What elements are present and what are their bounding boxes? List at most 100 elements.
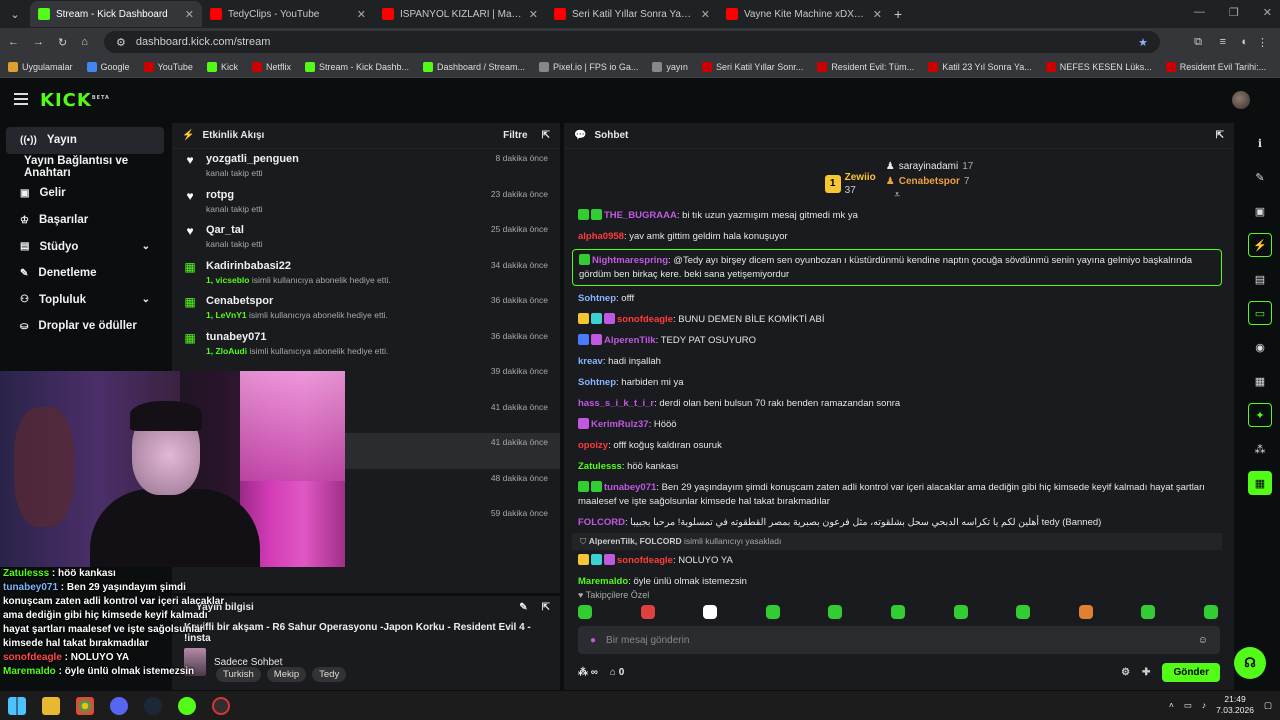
chat-input[interactable]: ● Bir mesaj gönderin ☺ — [578, 626, 1220, 654]
maximize-icon[interactable]: ❐ — [1229, 6, 1239, 19]
emote-icon[interactable] — [765, 605, 780, 619]
broadcast-rail-icon[interactable]: ◉ — [1248, 335, 1272, 359]
mic-icon[interactable]: ● — [590, 635, 596, 646]
bookmark-item[interactable]: Pixel.io | FPS io Ga... — [539, 61, 638, 72]
discord-icon[interactable] — [110, 696, 128, 715]
menu-hamburger-icon[interactable] — [14, 93, 28, 108]
tag-chip[interactable]: Mekip — [266, 667, 307, 682]
wrench-rail-icon[interactable]: ✦ — [1248, 403, 1272, 427]
bookmark-item[interactable]: Stream - Kick Dashb... — [304, 61, 409, 72]
chat-username[interactable]: sonofdeagle — [617, 555, 673, 566]
leader-2[interactable]: ♟ sarayinadami 17 — [886, 159, 974, 174]
chat-username[interactable]: THE_BUGRAAA — [604, 210, 677, 221]
chat-username[interactable]: hass_s_i_k_t_i_r — [578, 398, 654, 409]
bookmark-item[interactable]: Resident Evil: Tüm... — [817, 61, 914, 72]
emote-icon[interactable] — [1203, 605, 1218, 619]
bookmark-item[interactable]: YouTube — [143, 61, 193, 72]
tag-chip[interactable]: Tedy — [312, 667, 347, 682]
chat-username[interactable]: Maremaldo — [578, 576, 628, 587]
leader-3[interactable]: ♟ Cenabetspor 7 — [886, 174, 974, 189]
emote-icon[interactable] — [1016, 605, 1031, 619]
lightning-icon[interactable]: ⚡ — [1248, 233, 1272, 257]
chat-username[interactable]: KerimRulz37 — [591, 419, 649, 430]
bookmark-item[interactable]: Google — [86, 61, 130, 72]
emote-icon[interactable] — [703, 605, 718, 619]
chat-username[interactable]: alpha0958 — [578, 231, 624, 242]
reload-icon[interactable]: ↻ — [58, 36, 67, 49]
chat-popout-icon[interactable]: ⇱ — [1216, 130, 1224, 141]
chat-username[interactable]: Sohtnep — [578, 293, 616, 304]
chat-toggle-icon[interactable]: ▭ — [1248, 301, 1272, 325]
chat-username[interactable]: tunabey071 — [604, 482, 656, 493]
emote-icon[interactable] — [640, 605, 655, 619]
popout-icon[interactable]: ⇱ — [542, 130, 550, 141]
users-rail-icon[interactable]: ⁂ — [1248, 437, 1272, 461]
bookmark-item[interactable]: NEFES KESEN Lüks... — [1045, 61, 1152, 72]
bookmark-item[interactable]: Netflix — [251, 61, 291, 72]
start-icon[interactable] — [8, 696, 26, 715]
clapper-icon[interactable]: ▦ — [1248, 471, 1272, 495]
bookmark-item[interactable]: Kick — [206, 61, 238, 72]
sidebar-item[interactable]: ((•)) Yayın — [6, 127, 164, 154]
tab-close-icon[interactable]: ✕ — [701, 8, 710, 21]
emote-icon[interactable] — [1141, 605, 1156, 619]
gift-box-icon[interactable]: ⌂ 0 — [610, 667, 624, 678]
tab-search-icon[interactable]: ⌄ — [0, 8, 30, 21]
bookmark-item[interactable]: Dashboard / Stream... — [423, 61, 525, 72]
browser-tab[interactable]: Vayne Kite Machine xDXD - You... ✕ — [718, 1, 890, 27]
sidebar-item[interactable]: ⚇ Topluluk ⌄ — [6, 287, 164, 314]
volume-icon[interactable]: ♪ — [1202, 700, 1206, 710]
steam-icon[interactable] — [144, 696, 162, 715]
sidebar-item[interactable]: ▣ Gelir — [6, 180, 164, 207]
file-explorer-icon[interactable] — [42, 696, 60, 715]
info-icon[interactable]: ℹ — [1248, 131, 1272, 155]
screen-icon[interactable]: ▣ — [1248, 199, 1272, 223]
bookmark-item[interactable]: yayın — [652, 61, 688, 72]
tray-chevron-icon[interactable]: ˄ — [1169, 700, 1174, 710]
emote-icon[interactable] — [578, 605, 592, 619]
kick-logo[interactable]: KICKBETA — [40, 90, 110, 111]
browser-tab[interactable]: Stream - Kick Dashboard ✕ — [30, 1, 202, 27]
chat-username[interactable]: Zatulesss — [578, 461, 622, 472]
bookmark-star-icon[interactable]: ★ — [1138, 36, 1148, 49]
tab-close-icon[interactable]: ✕ — [529, 8, 538, 21]
emote-icon[interactable] — [828, 605, 843, 619]
chat-username[interactable]: sonofdeagle — [617, 314, 673, 325]
chrome-icon[interactable] — [76, 696, 94, 715]
bookmark-item[interactable]: Seri Katil Yıllar Sonr... — [701, 61, 803, 72]
browser-tab[interactable]: İSPANYOL KIZLARI | Madara Olu... ✕ — [374, 1, 546, 27]
tab-close-icon[interactable]: ✕ — [185, 8, 194, 21]
edit-icon[interactable]: ✎ — [519, 602, 527, 613]
pin-icon[interactable]: ⩡ — [894, 189, 900, 202]
menu-icon[interactable]: ⋮ — [1257, 36, 1268, 49]
tab-close-icon[interactable]: ✕ — [357, 8, 366, 21]
chat-username[interactable]: Sohtnep — [578, 377, 616, 388]
stack-icon[interactable]: ▦ — [1248, 369, 1272, 393]
chat-username[interactable]: kreav — [578, 356, 603, 367]
sidebar-item[interactable]: ▤ Stüdyo ⌄ — [6, 233, 164, 260]
extensions-icon[interactable]: ⧉ — [1194, 36, 1202, 49]
obs-icon[interactable] — [212, 696, 230, 715]
emote-icon[interactable] — [1078, 605, 1093, 619]
site-info-icon[interactable]: ⚙ — [116, 36, 126, 49]
chat-username[interactable]: Nightmarespring — [592, 255, 668, 266]
notification-icon[interactable]: ▢ — [1264, 700, 1272, 711]
media-icon[interactable]: ≡ — [1220, 36, 1226, 48]
minimize-icon[interactable]: — — [1194, 6, 1205, 19]
document-icon[interactable]: ▤ — [1248, 267, 1272, 291]
forward-icon[interactable]: → — [33, 36, 44, 48]
leader-1[interactable]: 1 Zewiio 37 — [824, 159, 876, 209]
bookmark-item[interactable]: Katil 23 Yıl Sonra Ya... — [928, 61, 1032, 72]
emote-icon[interactable] — [890, 605, 905, 619]
kick-app-icon[interactable] — [178, 696, 196, 715]
home-icon[interactable]: ⌂ — [81, 36, 88, 48]
send-button[interactable]: Gönder — [1162, 662, 1220, 682]
chat-username[interactable]: FOLCORD — [578, 517, 625, 528]
points-icon[interactable]: ⁂ ∞ — [578, 667, 598, 678]
chat-username[interactable]: AlperenTilk — [604, 335, 656, 346]
support-headset-icon[interactable]: ☊ — [1234, 647, 1266, 679]
chat-settings-icon[interactable]: ⚙ — [1121, 667, 1130, 678]
tab-close-icon[interactable]: ✕ — [873, 8, 882, 21]
emote-icon[interactable] — [953, 605, 968, 619]
network-icon[interactable]: ▭ — [1184, 700, 1192, 711]
